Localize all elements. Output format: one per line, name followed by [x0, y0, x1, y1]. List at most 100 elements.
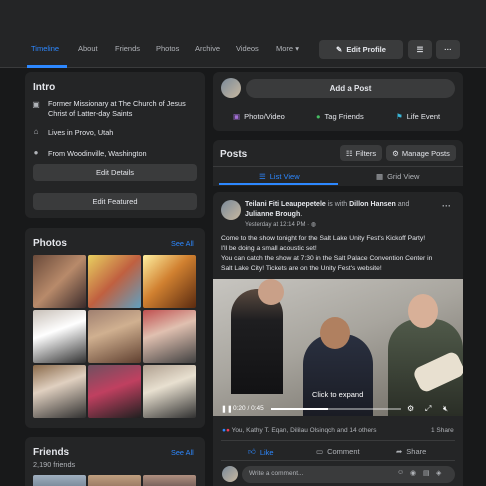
more-options-button[interactable]: ··· — [436, 40, 460, 59]
video-person-head — [320, 317, 350, 349]
avatar[interactable] — [221, 200, 241, 220]
tab-more[interactable]: More ▾ — [276, 44, 299, 53]
play-icon[interactable]: ❚❚ — [221, 405, 233, 413]
sticker-icon[interactable]: ◈ — [436, 469, 441, 477]
emoji-icon[interactable]: ☺ — [397, 469, 404, 476]
intro-work: Former Missionary at The Church of Jesus — [48, 99, 186, 108]
active-view-indicator — [219, 183, 338, 185]
briefcase-icon: ▣ — [32, 99, 40, 109]
post-tagged-friend-2[interactable]: Julianne Brough — [245, 211, 300, 218]
photos-see-all-link[interactable]: See All — [171, 239, 194, 248]
home-icon: ⌂ — [33, 126, 39, 136]
tab-timeline[interactable]: Timeline — [31, 44, 59, 53]
grid-view-tab[interactable]: ▦ Grid View — [376, 172, 419, 181]
shares-count[interactable]: 1 Share — [431, 427, 454, 434]
comment-button[interactable]: ▭ Comment — [316, 447, 360, 456]
tab-archive[interactable]: Archive — [195, 44, 220, 53]
intro-from-link[interactable]: Woodinville, Washington — [67, 149, 147, 158]
tab-about[interactable]: About — [78, 44, 98, 53]
friends-count: 2,190 friends — [33, 460, 76, 469]
video-progress-fill — [271, 408, 329, 410]
post-timestamp[interactable]: Yesterday at 12:14 PM · ◍ — [245, 221, 316, 228]
comment-placeholder: Write a comment... — [249, 470, 304, 477]
friend-thumbnail[interactable] — [143, 475, 196, 486]
post-text-line: Come to the show tonight for the Salt La… — [221, 235, 426, 242]
post-header: Teilani Fiti Leaupepetele is with Dillon… — [245, 201, 409, 208]
filters-button[interactable]: ☷ Filters — [340, 145, 382, 161]
love-reaction-icon: ● — [225, 427, 230, 434]
tab-photos[interactable]: Photos — [156, 44, 179, 53]
friends-see-all-link[interactable]: See All — [171, 448, 194, 457]
video-person-head — [408, 294, 438, 328]
filter-icon: ☷ — [345, 148, 353, 158]
photo-thumbnail[interactable] — [33, 365, 86, 418]
intro-lives-link[interactable]: Provo, Utah — [75, 128, 114, 137]
friend-thumbnail[interactable] — [88, 475, 141, 486]
top-bar — [0, 0, 486, 30]
fullscreen-icon[interactable]: ⤢ — [425, 404, 431, 414]
mute-icon[interactable]: 🔇︎ — [443, 404, 448, 414]
more-icon: ··· — [444, 45, 452, 54]
avatar[interactable] — [221, 78, 241, 98]
like-label: Like — [259, 447, 274, 457]
photo-thumbnail[interactable] — [88, 310, 141, 363]
photo-thumbnail[interactable] — [88, 365, 141, 418]
tab-friends[interactable]: Friends — [115, 44, 140, 53]
photo-thumbnail[interactable] — [88, 255, 141, 308]
intro-from-text: From — [48, 149, 68, 158]
list-view-label: List View — [269, 172, 300, 181]
tab-videos[interactable]: Videos — [236, 44, 259, 53]
click-to-expand-label[interactable]: Click to expand — [312, 390, 363, 399]
friend-thumbnail[interactable] — [33, 475, 86, 486]
like-button[interactable]: 👍︎ Like — [248, 447, 274, 457]
reactions-text: You, Kathy T. Eqan, Dililau Olsinqch and… — [231, 427, 377, 434]
settings-icon[interactable]: ⚙ — [407, 404, 414, 413]
photo-video-button[interactable]: ▣ Photo/Video — [233, 112, 285, 121]
photos-title: Photos — [33, 238, 67, 249]
posts-header-card: Posts ☷ Filters ⚙ Manage Posts ☰ List View … — [213, 140, 463, 186]
comment-label: Comment — [327, 447, 360, 456]
photo-thumbnail[interactable] — [33, 310, 86, 363]
tag-friends-button[interactable]: ● Tag Friends — [316, 112, 364, 121]
edit-profile-button[interactable]: ✎ Edit Profile — [319, 40, 403, 59]
life-event-label: Life Event — [406, 112, 441, 121]
pencil-icon: ✎ — [336, 45, 343, 54]
grid-icon: ▦ — [376, 172, 384, 181]
manage-posts-button[interactable]: ⚙ Manage Posts — [386, 145, 456, 161]
thumbs-up-icon: 👍︎ — [248, 447, 256, 456]
flag-icon: ⚑ — [396, 112, 403, 121]
edit-details-button[interactable]: Edit Details — [33, 164, 197, 181]
post-tagged-friend-1[interactable]: Dillon Hansen — [349, 201, 396, 208]
video-progress-track[interactable] — [271, 408, 401, 410]
globe-icon: ◍ — [310, 222, 317, 228]
list-view-tab[interactable]: ☰ List View — [259, 172, 300, 181]
reactions-summary[interactable]: ●● You, Kathy T. Eqan, Dililau Olsinqch … — [222, 427, 376, 434]
avatar[interactable] — [222, 466, 238, 482]
video-person — [231, 289, 283, 394]
divider — [221, 460, 455, 461]
photo-thumbnail[interactable] — [143, 365, 196, 418]
location-pin-icon: ● — [33, 147, 39, 157]
post-more-icon[interactable]: ··· — [442, 201, 451, 211]
gif-icon[interactable]: ▤ — [423, 469, 430, 477]
photo-icon: ▣ — [233, 112, 241, 121]
post-video[interactable]: Click to expand ❚❚ 0:20 / 0:45 ⚙ ⤢ 🔇︎ — [213, 279, 463, 416]
comment-input[interactable]: Write a comment... ☺ ◉ ▤ ◈ — [242, 466, 455, 483]
post-with-text: is with — [325, 201, 350, 208]
share-button[interactable]: ➦ Share — [396, 447, 426, 456]
grid-view-label: Grid View — [387, 172, 420, 181]
post-author[interactable]: Teilani Fiti Leaupepetele — [245, 201, 326, 208]
photo-thumbnail[interactable] — [143, 310, 196, 363]
edit-featured-button[interactable]: Edit Featured — [33, 193, 197, 210]
intro-work-link[interactable]: The Church of Jesus — [118, 99, 185, 108]
intro-work-link-2[interactable]: Christ of Latter-day Saints — [48, 109, 132, 118]
photo-thumbnail[interactable] — [33, 255, 86, 308]
photo-thumbnail[interactable] — [143, 255, 196, 308]
life-event-button[interactable]: ⚑ Life Event — [396, 112, 440, 121]
tab-more-label: More — [276, 44, 294, 53]
photo-video-label: Photo/Video — [244, 112, 285, 121]
add-post-button[interactable]: Add a Post — [246, 79, 455, 98]
share-label: Share — [406, 447, 427, 456]
activity-log-button[interactable]: ☰ — [408, 40, 432, 59]
camera-icon[interactable]: ◉ — [410, 469, 416, 477]
